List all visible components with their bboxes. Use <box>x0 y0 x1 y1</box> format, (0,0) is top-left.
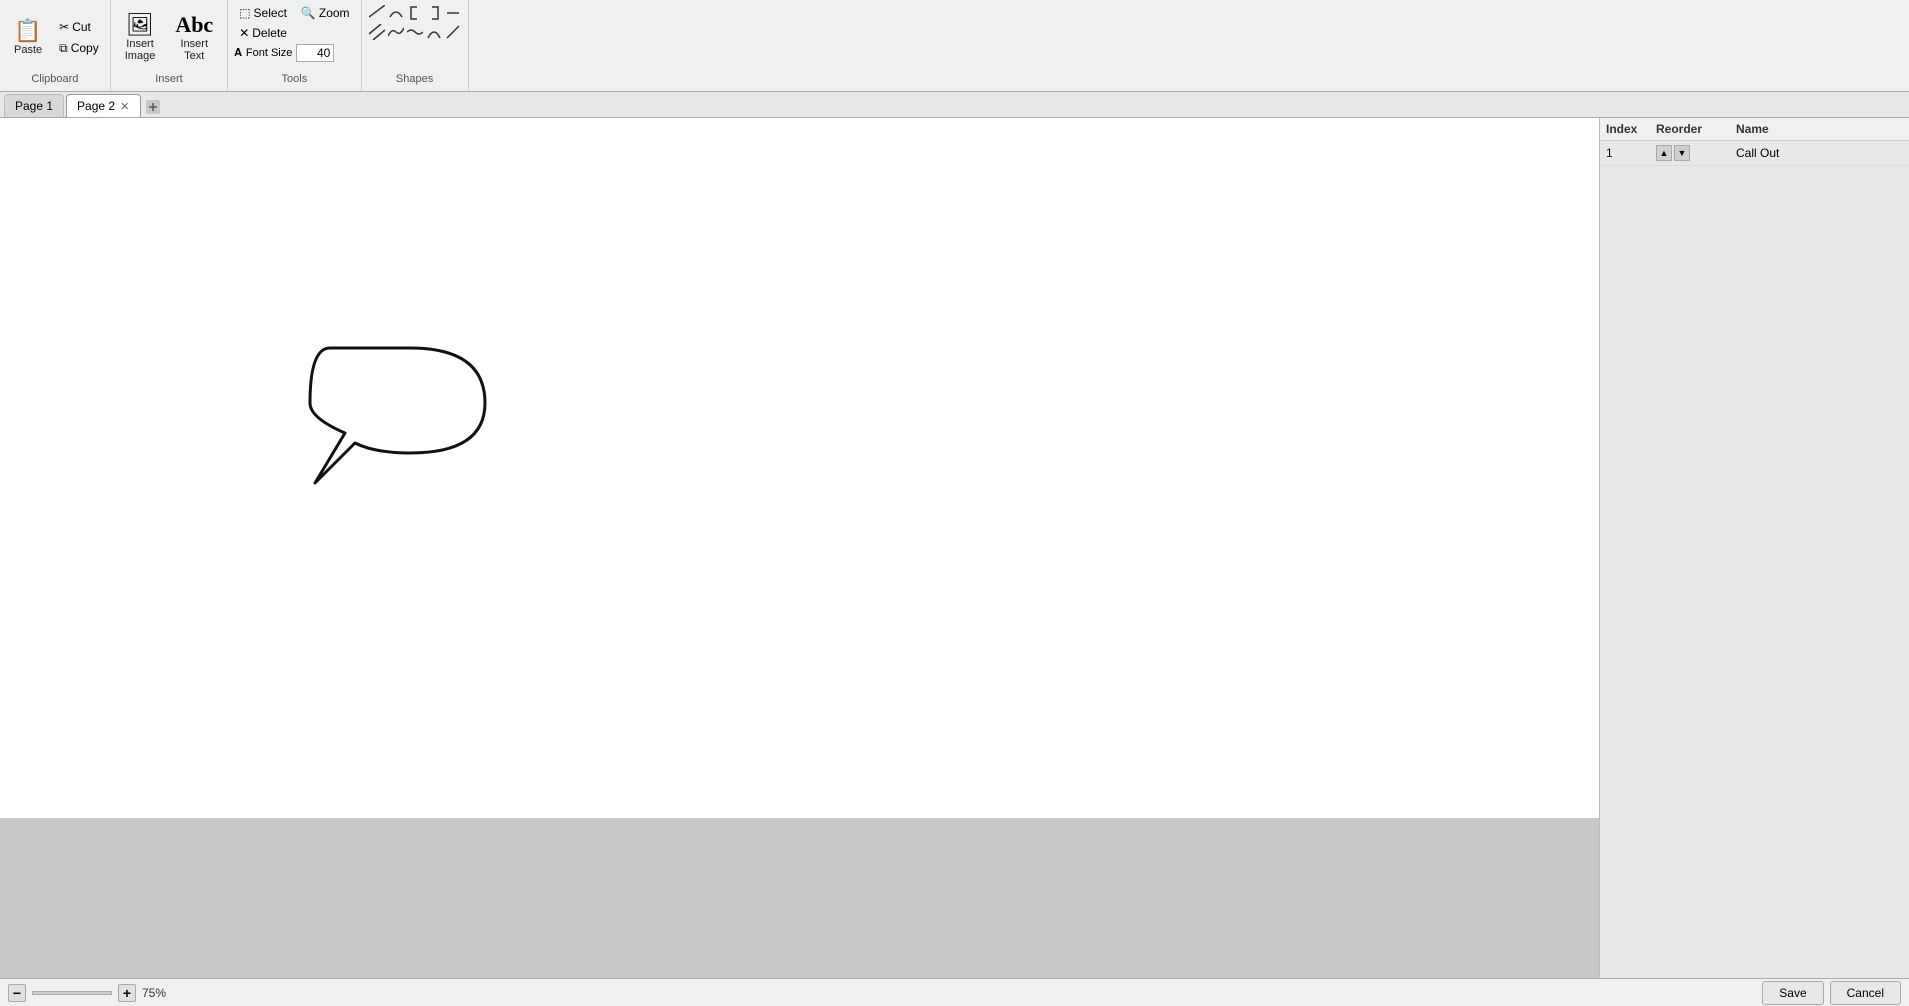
delete-icon: ✕ <box>239 26 249 40</box>
select-label: Select <box>254 6 287 20</box>
tools-label: Tools <box>234 71 354 87</box>
shape-line[interactable] <box>368 4 386 22</box>
canvas-area <box>0 118 1599 978</box>
panel-header: Index Reorder Name <box>1600 118 1909 141</box>
reorder-up-button[interactable]: ▲ <box>1656 145 1672 161</box>
shape-slash[interactable] <box>444 23 462 41</box>
font-size-row: 𝐀 Font Size <box>234 44 354 62</box>
copy-button[interactable]: ⧉ Copy <box>54 39 104 58</box>
canvas-page[interactable] <box>0 118 1599 818</box>
delete-button[interactable]: ✕ Delete <box>234 24 292 42</box>
shapes-section: Shapes <box>362 0 469 91</box>
clipboard-content: 📋 Paste ✂ Cut ⧉ Copy <box>6 4 104 71</box>
status-bar: − + 75% Save Cancel <box>0 978 1909 1006</box>
shapes-grid <box>368 4 462 71</box>
clipboard-section: 📋 Paste ✂ Cut ⧉ Copy Clipboard <box>0 0 111 91</box>
insert-image-icon: 🖼 <box>126 14 154 36</box>
shape-double-line[interactable] <box>368 23 386 41</box>
shapes-label: Shapes <box>368 71 462 87</box>
zoom-percent-label: 75% <box>142 986 166 1000</box>
zoom-label: Zoom <box>319 6 350 20</box>
insert-text-icon: Abc <box>175 14 213 36</box>
panel-reorder-label: Reorder <box>1656 122 1736 136</box>
shape-arc[interactable] <box>387 4 405 22</box>
shape-bracket-close[interactable] <box>425 4 443 22</box>
reorder-down-button[interactable]: ▼ <box>1674 145 1690 161</box>
insert-image-button[interactable]: 🖼 Insert Image <box>117 10 164 66</box>
tab-page2-close[interactable]: ✕ <box>119 100 130 113</box>
callout-shape[interactable] <box>300 338 520 498</box>
clipboard-label: Clipboard <box>6 71 104 87</box>
cancel-button[interactable]: Cancel <box>1830 981 1901 1005</box>
tab-page1[interactable]: Page 1 <box>4 94 64 117</box>
select-button[interactable]: ⬚ Select <box>234 4 292 22</box>
copy-icon: ⧉ <box>59 41 68 56</box>
insert-image-label: Insert Image <box>125 38 156 62</box>
zoom-minus-button[interactable]: − <box>8 984 26 1002</box>
paste-icon: 📋 <box>14 20 41 42</box>
font-size-input[interactable] <box>296 44 334 62</box>
select-icon: ⬚ <box>239 6 250 20</box>
panel-row-1: 1 ▲ ▼ Call Out <box>1600 141 1909 166</box>
delete-label: Delete <box>252 26 287 40</box>
canvas-bottom-area <box>0 818 1599 978</box>
right-panel: Index Reorder Name 1 ▲ ▼ Call Out <box>1599 118 1909 978</box>
tabs-bar: Page 1 Page 2 ✕ <box>0 92 1909 118</box>
toolbar: 📋 Paste ✂ Cut ⧉ Copy Clipboard 🖼 Insert … <box>0 0 1909 92</box>
panel-name-label: Name <box>1736 122 1903 136</box>
zoom-slider[interactable] <box>32 991 112 995</box>
insert-label: Insert <box>117 71 221 87</box>
tools-section: ⬚ Select 🔍 Zoom ✕ Delete 𝐀 Font Size <box>228 0 361 91</box>
font-size-icon: 𝐀 <box>234 47 242 60</box>
tools-row-2: ✕ Delete <box>234 24 354 42</box>
paste-button[interactable]: 📋 Paste <box>6 16 50 60</box>
copy-label: Copy <box>71 41 99 55</box>
cut-label: Cut <box>72 20 91 34</box>
paste-label: Paste <box>14 44 42 56</box>
panel-row-index: 1 <box>1606 146 1656 160</box>
shape-dash[interactable] <box>444 4 462 22</box>
zoom-plus-button[interactable]: + <box>118 984 136 1002</box>
tab-page1-label: Page 1 <box>15 99 53 113</box>
panel-row-name: Call Out <box>1736 146 1903 160</box>
tools-row-1: ⬚ Select 🔍 Zoom <box>234 4 354 22</box>
cut-button[interactable]: ✂ Cut <box>54 18 104 36</box>
zoom-button[interactable]: 🔍 Zoom <box>296 4 355 22</box>
tools-content: ⬚ Select 🔍 Zoom ✕ Delete 𝐀 Font Size <box>234 4 354 71</box>
tab-page2[interactable]: Page 2 ✕ <box>66 94 141 117</box>
cut-icon: ✂ <box>59 20 69 34</box>
tab-add-button[interactable] <box>143 97 163 117</box>
insert-text-label: Insert Text <box>181 38 209 62</box>
shape-bracket-open[interactable] <box>406 4 424 22</box>
zoom-icon: 🔍 <box>301 6 316 20</box>
font-size-label: Font Size <box>246 47 292 59</box>
reorder-buttons: ▲ ▼ <box>1656 145 1736 161</box>
save-button[interactable]: Save <box>1762 981 1823 1005</box>
insert-content: 🖼 Insert Image Abc Insert Text <box>117 4 221 71</box>
shape-curve[interactable] <box>425 23 443 41</box>
tab-page2-label: Page 2 <box>77 99 115 113</box>
panel-index-label: Index <box>1606 122 1656 136</box>
main-area: Index Reorder Name 1 ▲ ▼ Call Out <box>0 118 1909 978</box>
insert-section: 🖼 Insert Image Abc Insert Text Insert <box>111 0 228 91</box>
shape-wave[interactable] <box>387 23 405 41</box>
insert-text-button[interactable]: Abc Insert Text <box>167 10 221 66</box>
shape-squiggle[interactable] <box>406 23 424 41</box>
save-cancel-area: Save Cancel <box>1762 981 1901 1005</box>
